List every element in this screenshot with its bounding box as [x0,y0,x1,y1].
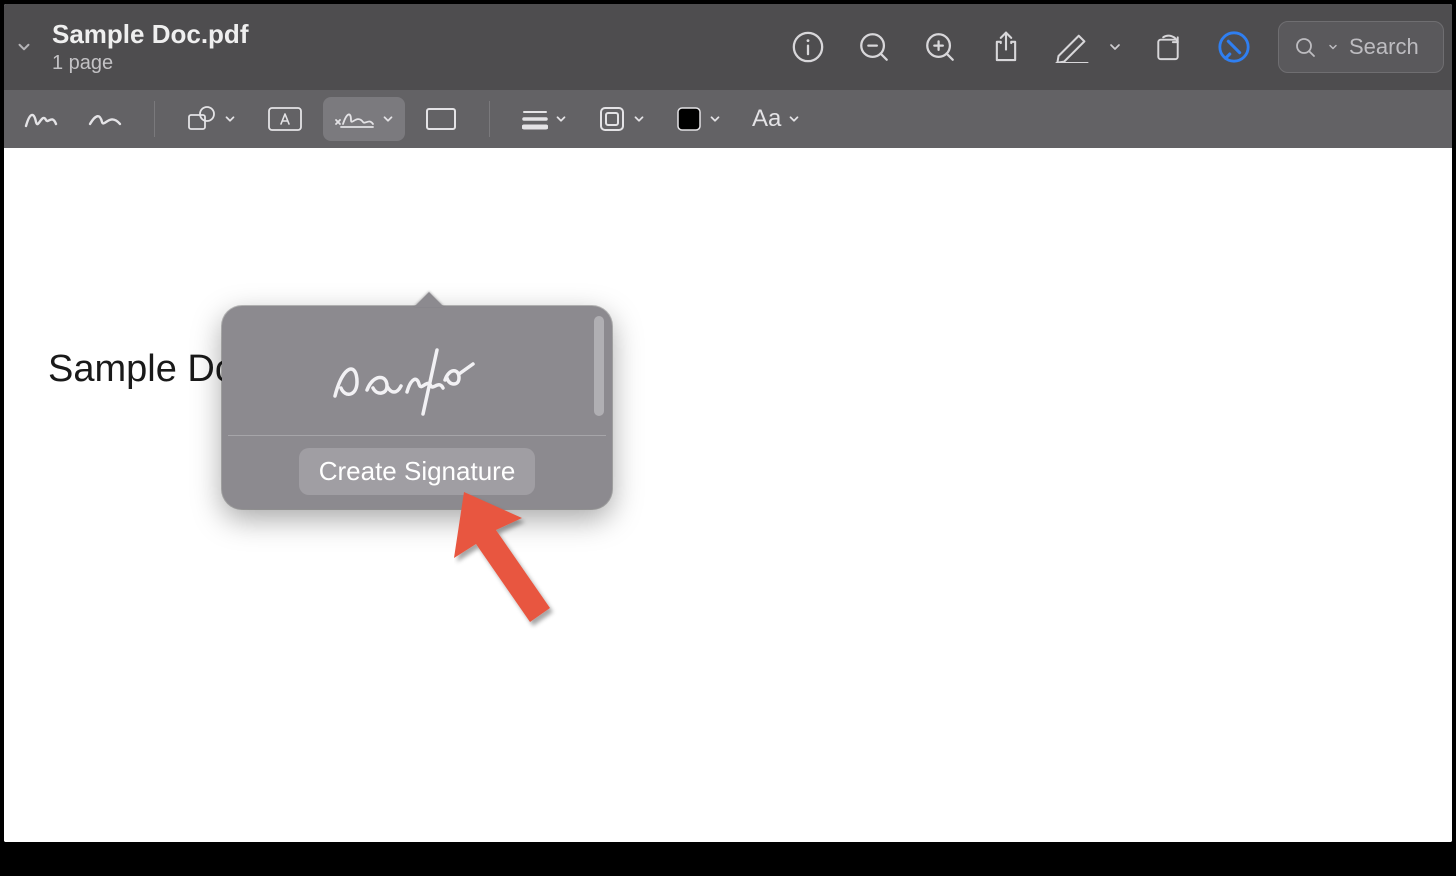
markup-button[interactable] [1044,19,1100,75]
signature-popover: Create Signature [222,306,612,509]
fill-color-icon [676,106,702,132]
rectangle-icon [425,107,457,131]
text-style-tool[interactable]: Aa [742,97,811,141]
share-button[interactable] [978,19,1034,75]
annotation-arrow-icon [454,492,574,632]
zoom-in-icon [923,30,957,64]
squiggle-thin-icon [88,106,122,132]
search-field[interactable] [1278,21,1444,73]
highlight-button[interactable] [1206,19,1262,75]
line-weight-icon [522,108,548,130]
search-icon [1293,35,1317,59]
search-input[interactable] [1349,34,1429,60]
popover-scrollbar[interactable] [594,316,604,416]
signature-preview-icon [317,324,517,424]
squiggle-icon [24,106,58,132]
titlebar: Sample Doc.pdf 1 page [4,4,1452,90]
zoom-in-button[interactable] [912,19,968,75]
markup-toggle-cluster [1044,19,1130,75]
chevron-down-icon [708,112,722,126]
preview-window: Sample Doc.pdf 1 page [4,4,1452,842]
sidebar-toggle-chevron[interactable] [10,33,38,61]
rotate-button[interactable] [1140,19,1196,75]
chevron-down-icon [632,112,646,126]
title-left-cluster: Sample Doc.pdf 1 page [10,20,248,75]
info-button[interactable] [780,19,836,75]
share-icon [990,30,1022,64]
shapes-icon [187,105,217,133]
chevron-down-icon [1327,41,1339,53]
info-icon [791,30,825,64]
separator [489,101,490,137]
chevron-down-icon [787,112,801,126]
chevron-down-icon [223,112,237,126]
page-count-label: 1 page [52,52,248,74]
create-signature-button[interactable]: Create Signature [299,448,536,495]
sign-tool[interactable] [323,97,405,141]
document-title: Sample Doc.pdf [52,20,248,49]
text-box-tool[interactable] [257,97,313,141]
rotate-icon [1151,30,1185,64]
title-block: Sample Doc.pdf 1 page [52,20,248,75]
markup-toolbar: Aa [4,90,1452,148]
zoom-out-icon [857,30,891,64]
highlight-icon [1217,30,1251,64]
redact-tool[interactable] [415,97,467,141]
zoom-out-button[interactable] [846,19,902,75]
text-style-label: Aa [752,105,781,133]
chevron-down-icon [381,112,395,126]
signature-icon [333,106,375,132]
document-page[interactable]: Sample Doc. Create Signature [4,148,1452,842]
stroke-color-icon [598,105,626,133]
saved-signature-item[interactable] [228,312,606,436]
chevron-down-icon [554,112,568,126]
shapes-tool[interactable] [177,97,247,141]
stroke-color-tool[interactable] [588,97,656,141]
text-box-icon [267,106,303,132]
draw-tool[interactable] [78,97,132,141]
fill-color-tool[interactable] [666,97,732,141]
separator [154,101,155,137]
chevron-down-icon [1107,39,1123,55]
line-style-tool[interactable] [512,97,578,141]
markup-dropdown[interactable] [1100,39,1130,55]
pencil-icon [1054,31,1090,63]
sketch-tool[interactable] [14,97,68,141]
chevron-down-icon [15,38,33,56]
